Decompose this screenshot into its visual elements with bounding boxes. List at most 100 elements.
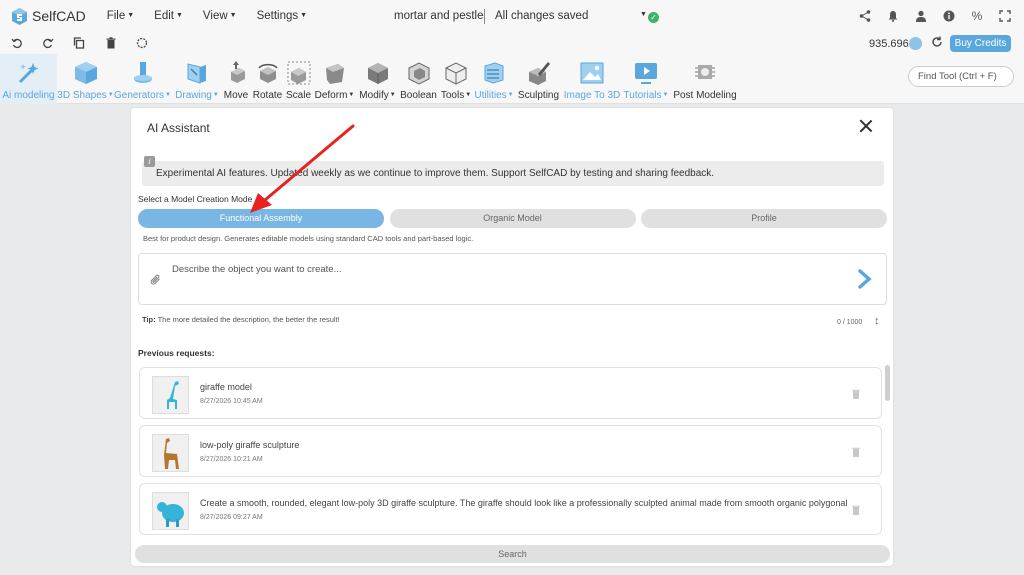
user-icon[interactable] (914, 9, 928, 23)
tool-sculpting[interactable]: Sculpting (515, 54, 562, 104)
check-icon: ✓ (648, 12, 659, 23)
tool-generators[interactable]: Generators▼ (114, 54, 171, 104)
tool-post-modeling[interactable]: Post Modeling (671, 54, 739, 104)
request-item[interactable]: giraffe model 8/27/2026 10:45 AM (139, 367, 882, 419)
request-title: low-poly giraffe sculpture (200, 440, 300, 450)
boolean-icon (406, 60, 432, 86)
tool-ai-modeling[interactable]: Ai modeling (0, 54, 57, 104)
previous-requests-label: Previous requests: (138, 348, 215, 358)
trash-icon[interactable] (852, 447, 860, 460)
undo-icon[interactable] (10, 36, 24, 50)
chevron-down-icon[interactable]: ▼ (640, 11, 647, 18)
share-icon[interactable] (858, 9, 872, 23)
menu-bar: SelfCAD File ▼ Edit ▼ View ▼ Settings ▼ mort… (0, 0, 1024, 32)
post-modeling-icon (692, 60, 718, 86)
tool-drawing[interactable]: Drawing▼ (173, 54, 221, 104)
chevron-down-icon: ▼ (465, 92, 472, 99)
app-name: SelfCAD (32, 8, 86, 24)
copy-icon[interactable] (72, 36, 86, 50)
tool-tutorials[interactable]: Tutorials▼ (622, 54, 670, 104)
request-item[interactable]: Create a smooth, rounded, elegant low-po… (139, 483, 882, 535)
modify-icon (365, 60, 391, 86)
experimental-notice: Experimental AI features. Updated weekly… (142, 161, 884, 186)
tool-label: Utilities▼ (474, 90, 514, 101)
tool-label: Tools▼ (440, 90, 472, 101)
find-tool-input[interactable]: Find Tool (Ctrl + F) (908, 66, 1014, 87)
info-icon[interactable] (942, 9, 956, 23)
chevron-down-icon: ▼ (175, 12, 183, 20)
tool-label: Modify▼ (359, 90, 396, 101)
ai-modeling-icon (16, 60, 42, 86)
cube-icon (73, 60, 99, 86)
title-divider (484, 9, 485, 24)
chevron-down-icon: ▼ (165, 92, 171, 99)
trash-icon[interactable] (852, 389, 860, 402)
reset-icon[interactable] (135, 36, 149, 50)
redo-icon[interactable] (41, 36, 55, 50)
prompt-input[interactable]: Describe the object you want to create..… (138, 253, 887, 305)
chevron-down-icon: ▼ (348, 92, 355, 99)
coin-icon (909, 37, 922, 50)
credits-amount: 935.696 (869, 38, 909, 50)
document-title[interactable]: mortar and pestle (394, 10, 484, 22)
chevron-down-icon: ▼ (662, 92, 669, 99)
chevron-down-icon: ▼ (212, 92, 219, 99)
tool-modify[interactable]: Modify▼ (357, 54, 398, 104)
model-thumbnail (152, 492, 189, 530)
menu-edit[interactable]: Edit ▼ (154, 10, 183, 22)
tool-label: Drawing▼ (175, 90, 219, 101)
mode-functional-assembly[interactable]: Functional Assembly (138, 209, 384, 228)
info-icon: i (144, 156, 155, 167)
trash-icon[interactable] (852, 505, 860, 518)
tool-rotate[interactable]: Rotate (251, 54, 284, 104)
menu-view[interactable]: View ▼ (203, 10, 237, 22)
mode-organic-model[interactable]: Organic Model (389, 209, 636, 228)
deform-icon (322, 60, 348, 86)
fullscreen-icon[interactable] (998, 9, 1012, 23)
trash-icon[interactable] (104, 36, 118, 50)
send-chevron-icon[interactable] (855, 267, 875, 291)
utilities-icon (481, 60, 507, 86)
tool-scale[interactable]: Scale (285, 54, 312, 104)
model-thumbnail (152, 434, 189, 472)
list-scrollbar[interactable] (885, 365, 890, 540)
selfcad-logo[interactable]: SelfCAD (11, 7, 86, 26)
move-icon (223, 60, 249, 86)
scrollbar-thumb[interactable] (885, 365, 890, 401)
paperclip-icon[interactable] (150, 274, 162, 289)
close-icon[interactable] (859, 119, 873, 133)
chevron-down-icon: ▼ (107, 92, 114, 99)
selfcad-logo-icon (11, 7, 28, 26)
tool-3d-shapes[interactable]: 3D Shapes▼ (57, 54, 114, 104)
ai-assistant-panel: AI Assistant Experimental AI features. U… (131, 108, 893, 566)
rotate-icon (255, 60, 281, 86)
tool-utilities[interactable]: Utilities▼ (474, 54, 514, 104)
percent-icon[interactable]: % (970, 9, 984, 23)
tool-label: Tutorials▼ (623, 90, 669, 101)
refresh-icon[interactable] (931, 36, 943, 51)
search-button[interactable]: Search (135, 545, 890, 563)
chevron-down-icon: ▼ (507, 92, 514, 99)
scale-icon (286, 60, 312, 86)
main-menu: File ▼ Edit ▼ View ▼ Settings ▼ (107, 10, 327, 22)
menu-settings[interactable]: Settings ▼ (257, 10, 308, 22)
mode-profile[interactable]: Profile (641, 209, 887, 228)
tool-label: Deform▼ (314, 90, 355, 101)
menu-file[interactable]: File ▼ (107, 10, 134, 22)
tool-boolean[interactable]: Boolean (399, 54, 438, 104)
resize-icon[interactable]: ↕ (874, 315, 880, 327)
tool-label: Generators▼ (114, 90, 171, 101)
char-counter: 0 / 1000 (837, 319, 863, 326)
save-status: All changes saved (495, 10, 589, 22)
prompt-placeholder: Describe the object you want to create..… (172, 264, 342, 275)
tool-move[interactable]: Move (222, 54, 250, 104)
sculpting-icon (526, 60, 552, 86)
tool-deform[interactable]: Deform▼ (313, 54, 356, 104)
chevron-down-icon: ▼ (300, 12, 308, 20)
request-item[interactable]: low-poly giraffe sculpture 8/27/2026 10:… (139, 425, 882, 477)
bell-icon[interactable] (886, 9, 900, 23)
tool-image-to-3d[interactable]: Image To 3D (563, 54, 621, 104)
request-title: giraffe model (200, 382, 252, 392)
tool-tools[interactable]: Tools▼ (439, 54, 473, 104)
buy-credits-button[interactable]: Buy Credits (950, 35, 1011, 52)
